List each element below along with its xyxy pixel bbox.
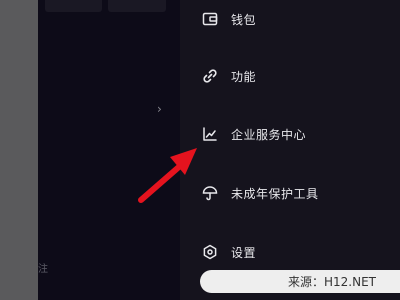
menu-item-enterprise-service-center[interactable]: 企业服务中心 xyxy=(180,116,400,152)
link-icon xyxy=(201,67,219,85)
top-tab-1[interactable] xyxy=(45,0,102,12)
menu-item-label: 企业服务中心 xyxy=(231,127,307,142)
background-content xyxy=(38,0,180,300)
top-tab-2[interactable] xyxy=(108,0,166,12)
menu-item-settings[interactable]: 设置 xyxy=(180,234,400,270)
chevron-right-icon[interactable]: › xyxy=(157,102,162,116)
side-menu-panel: 钱包 功能 企业服务中心 未成年保护工具 设置 xyxy=(180,0,400,300)
wallet-icon xyxy=(201,10,219,28)
left-edge-strip xyxy=(0,0,38,300)
menu-item-features[interactable]: 功能 xyxy=(180,58,400,94)
source-watermark: 来源：H12.NET xyxy=(200,270,400,293)
menu-item-wallet[interactable]: 钱包 xyxy=(180,1,400,37)
background-text-fragment: 注 xyxy=(38,264,48,275)
menu-item-minor-protection[interactable]: 未成年保护工具 xyxy=(180,175,400,211)
settings-hexagon-icon xyxy=(201,243,219,261)
menu-item-label: 钱包 xyxy=(231,12,257,27)
menu-item-label: 设置 xyxy=(231,245,257,260)
chart-line-icon xyxy=(201,125,219,143)
menu-item-label: 未成年保护工具 xyxy=(231,186,319,201)
menu-item-label: 功能 xyxy=(231,69,257,84)
umbrella-icon xyxy=(201,184,219,202)
watermark-text: 来源：H12.NET xyxy=(288,275,376,289)
